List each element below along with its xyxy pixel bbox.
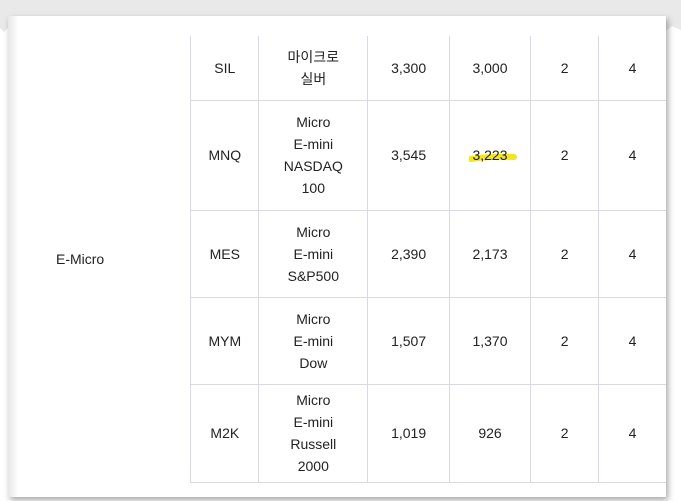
ticker-cell: MNQ — [190, 99, 260, 211]
product-name-line: E-mini — [293, 332, 334, 349]
product-name-line: 실버 — [300, 70, 327, 87]
product-name-line: E-mini — [293, 414, 334, 430]
value-cell-4: 1,370 — [448, 296, 532, 385]
product-name-line: S&P500 — [287, 267, 339, 284]
product-name-cell: Micro E-mini Russell 2000 — [258, 383, 369, 483]
value-cell-6: 4 — [598, 209, 666, 298]
product-name-line: Micro — [296, 392, 331, 408]
value-cell-5: 2 — [530, 99, 600, 211]
value-cell-6: 4 — [598, 36, 666, 101]
value-cell-4: 3,223 — [448, 99, 532, 211]
value-cell-3: 1,507 — [367, 296, 450, 385]
value-cell-5: 2 — [530, 383, 600, 483]
value-cell-4: 926 — [448, 383, 532, 483]
product-name-cell: Micro E-mini NASDAQ 100 — [258, 99, 369, 211]
product-name-line: E-mini — [293, 136, 334, 152]
value-cell-3: 2,390 — [367, 209, 450, 298]
product-name-cell: Micro E-mini S&P500 — [258, 209, 369, 298]
value-text: 3,223 — [472, 147, 508, 163]
highlighted-value: 3,223 — [469, 144, 518, 166]
value-cell-4: 3,000 — [448, 36, 532, 101]
value-cell-5: 2 — [530, 209, 600, 298]
table-card: E-Micro SIL 마이크로 실버 3,300 3,000 2 4 MNQ Micro E-mi… — [8, 16, 666, 497]
table-row: E-Micro SIL 마이크로 실버 3,300 3,000 2 4 — [16, 36, 666, 482]
product-name-line: Micro — [296, 223, 331, 240]
product-name-line: Micro — [296, 114, 331, 130]
value-cell-5: 2 — [530, 296, 600, 385]
value-cell-4: 2,173 — [448, 209, 532, 298]
product-name-line: Micro — [296, 310, 331, 327]
product-name-line: 100 — [301, 180, 325, 196]
product-name-cell: 마이크로실버 — [258, 36, 369, 101]
value-cell-3: 3,545 — [367, 99, 450, 211]
value-cell-6: 4 — [598, 296, 666, 385]
product-name-line: 마이크로 — [287, 48, 340, 65]
product-name-line: 2000 — [297, 458, 329, 474]
value-cell-6: 4 — [598, 383, 666, 483]
product-name-cell: Micro E-mini Dow — [258, 296, 369, 385]
ticker-cell: M2K — [190, 383, 260, 483]
product-name-line: NASDAQ — [283, 158, 343, 174]
product-name-line: Dow — [299, 354, 328, 371]
value-cell-3: 1,019 — [367, 383, 450, 483]
ticker-cell: SIL — [190, 36, 260, 101]
ticker-cell: MYM — [190, 296, 260, 385]
category-cell: E-Micro — [16, 36, 192, 482]
value-cell-5: 2 — [530, 36, 600, 101]
ticker-cell: MES — [190, 209, 260, 298]
product-name-line: Russell — [290, 436, 337, 452]
value-cell-6: 4 — [598, 99, 666, 211]
futures-margin-table: E-Micro SIL 마이크로 실버 3,300 3,000 2 4 MNQ Micro E-mi… — [16, 36, 666, 483]
value-cell-3: 3,300 — [367, 36, 450, 101]
product-name-line: E-mini — [293, 245, 334, 262]
